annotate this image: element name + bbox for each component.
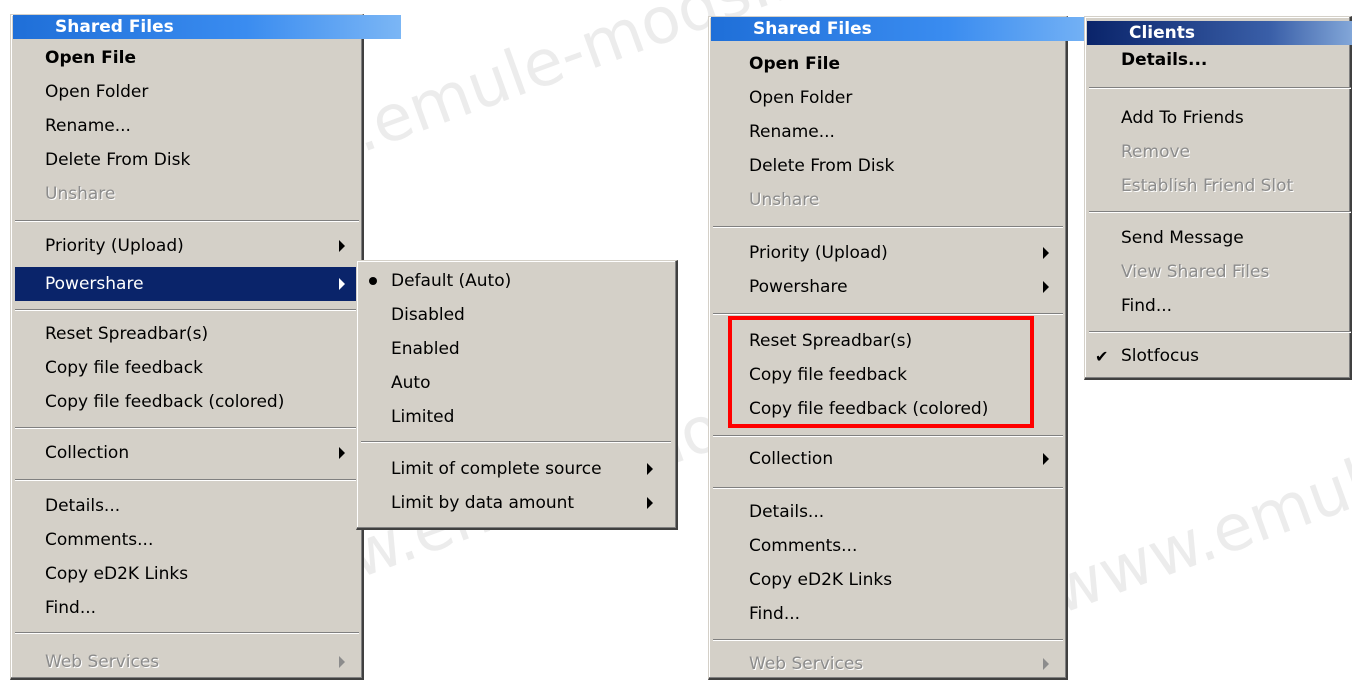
menu-item-copy-file-feedback-colored[interactable]: Copy file feedback (colored) [45,385,284,419]
menu-separator [1089,331,1351,333]
menu-item-unshare: Unshare [749,190,820,210]
menu-item-delete-from-disk[interactable]: Delete From Disk [45,143,190,177]
menu-item-find[interactable]: Find... [45,591,96,625]
menu-item-comments[interactable]: Comments... [749,529,857,563]
submenu-item-disabled[interactable]: Disabled [391,298,465,332]
menu-item-powershare-label: Powershare [45,274,144,294]
menu-item-copy-ed2k-links[interactable]: Copy eD2K Links [45,557,188,591]
submenu-arrow-icon [339,278,345,290]
menu-item-collection[interactable]: Collection [749,442,833,476]
submenu-arrow-icon [339,447,345,459]
menu-separator [15,632,359,634]
menu-title: Clients [1087,21,1352,45]
menu-item-priority-upload[interactable]: Priority (Upload) [45,229,184,263]
submenu-item-default-auto[interactable]: Default (Auto) [391,264,511,298]
menu-title: Shared Files [13,15,401,39]
menu-separator [713,487,1063,489]
menu-item-view-shared-files: View Shared Files [1121,262,1270,282]
highlight-box [728,316,1034,428]
menu-item-open-file[interactable]: Open File [45,41,136,75]
powershare-submenu: Default (Auto) Disabled Enabled Auto Lim… [356,260,678,530]
menu-item-copy-ed2k-links[interactable]: Copy eD2K Links [749,563,892,597]
menu-item-open-folder[interactable]: Open Folder [45,75,148,109]
submenu-arrow-icon [647,463,653,475]
menu-item-priority-upload[interactable]: Priority (Upload) [749,236,888,270]
menu-item-find[interactable]: Find... [749,597,800,631]
menu-item-collection[interactable]: Collection [45,436,129,470]
submenu-item-limit-complete-source[interactable]: Limit of complete source [391,452,602,486]
menu-item-slotfocus[interactable]: Slotfocus [1121,339,1199,373]
submenu-item-limited[interactable]: Limited [391,400,454,434]
menu-item-details[interactable]: Details... [749,495,824,529]
menu-separator [1089,211,1351,213]
menu-separator [15,427,359,429]
menu-item-reset-spreadbar[interactable]: Reset Spreadbar(s) [45,317,208,351]
submenu-item-auto[interactable]: Auto [391,366,430,400]
submenu-arrow-icon [1043,453,1049,465]
menu-item-unshare: Unshare [45,184,116,204]
menu-item-rename[interactable]: Rename... [45,109,131,143]
menu-item-comments[interactable]: Comments... [45,523,153,557]
menu-item-send-message[interactable]: Send Message [1121,221,1244,255]
checkmark-icon: ✔ [1095,347,1109,366]
submenu-arrow-icon [339,656,345,668]
menu-separator [713,639,1063,641]
submenu-arrow-icon [1043,247,1049,259]
menu-separator [713,226,1063,228]
radio-bullet-icon [369,277,377,285]
submenu-item-enabled[interactable]: Enabled [391,332,460,366]
menu-item-open-file[interactable]: Open File [749,47,840,81]
submenu-arrow-icon [339,240,345,252]
menu-item-web-services: Web Services [749,654,864,674]
menu-item-rename[interactable]: Rename... [749,115,835,149]
menu-item-remove: Remove [1121,142,1190,162]
shared-files-context-menu: Shared Files Open File Open Folder Renam… [10,14,401,680]
menu-separator [713,435,1063,437]
submenu-arrow-icon [1043,281,1049,293]
submenu-item-limit-data-amount[interactable]: Limit by data amount [391,486,574,520]
menu-item-web-services: Web Services [45,652,160,672]
menu-separator [15,479,359,481]
menu-title: Shared Files [711,17,1105,41]
menu-separator [15,220,359,222]
menu-item-details[interactable]: Details... [1121,43,1207,77]
menu-item-delete-from-disk[interactable]: Delete From Disk [749,149,894,183]
menu-separator [1089,87,1351,89]
menu-item-add-to-friends[interactable]: Add To Friends [1121,101,1244,135]
menu-item-powershare[interactable]: Powershare [749,270,848,304]
menu-separator [361,441,671,443]
submenu-arrow-icon [1043,658,1049,670]
menu-item-establish-friend-slot: Establish Friend Slot [1121,176,1294,196]
menu-separator [713,313,1063,315]
menu-item-open-folder[interactable]: Open Folder [749,81,852,115]
menu-item-copy-file-feedback[interactable]: Copy file feedback [45,351,203,385]
menu-separator [15,309,359,311]
clients-context-menu: Clients Details... Add To Friends Remove… [1084,16,1352,380]
submenu-arrow-icon [647,497,653,509]
menu-item-details[interactable]: Details... [45,489,120,523]
watermark: www.emule-mods.it [1040,343,1352,630]
menu-item-find[interactable]: Find... [1121,289,1172,323]
